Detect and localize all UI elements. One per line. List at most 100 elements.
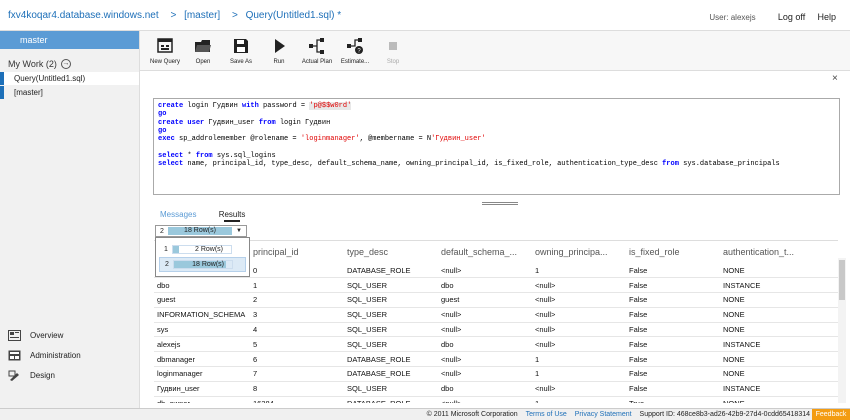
feedback-button[interactable]: Feedback bbox=[812, 409, 850, 420]
tab-results[interactable]: Results bbox=[219, 210, 246, 222]
table-cell[interactable]: NONE bbox=[720, 292, 838, 308]
column-header[interactable]: default_schema_... bbox=[438, 241, 532, 263]
table-cell[interactable]: dbo bbox=[154, 277, 250, 294]
help-link[interactable]: Help bbox=[817, 12, 836, 22]
table-cell[interactable]: SQL_USER bbox=[344, 381, 438, 397]
table-row[interactable]: dbmanager 6 DATABASE_ROLE <null> 1 False NONE bbox=[154, 351, 838, 368]
table-cell[interactable]: <null> bbox=[532, 322, 626, 338]
table-row[interactable]: dbo 1 SQL_USER dbo <null> False INSTANCE bbox=[154, 277, 838, 294]
table-cell[interactable]: DATABASE_ROLE bbox=[344, 263, 438, 279]
table-cell[interactable]: <null> bbox=[438, 307, 532, 323]
table-cell[interactable]: sys bbox=[154, 322, 250, 338]
table-cell[interactable]: INFORMATION_SCHEMA bbox=[154, 307, 250, 323]
table-cell[interactable]: alexejs bbox=[154, 336, 250, 353]
new-query-button[interactable]: New Query bbox=[146, 31, 184, 70]
scrollbar-thumb[interactable] bbox=[839, 260, 845, 300]
stop-button[interactable]: Stop bbox=[374, 31, 412, 70]
privacy-link[interactable]: Privacy Statement bbox=[575, 411, 632, 418]
table-cell[interactable]: dbo bbox=[438, 277, 532, 294]
table-row[interactable]: 0 DATABASE_ROLE <null> 1 False NONE bbox=[154, 263, 838, 279]
table-cell[interactable]: SQL_USER bbox=[344, 336, 438, 353]
dropdown-option-1[interactable]: 1 2 Row(s) bbox=[159, 242, 246, 257]
table-cell[interactable]: False bbox=[626, 381, 720, 397]
table-cell[interactable]: SQL_USER bbox=[344, 292, 438, 308]
table-cell[interactable]: 4 bbox=[250, 322, 344, 338]
table-cell[interactable]: <null> bbox=[438, 263, 532, 279]
my-work-header[interactable]: My Work (2) → bbox=[0, 59, 139, 69]
sidebar-item-administration[interactable]: Administration bbox=[8, 345, 81, 365]
table-cell[interactable]: dbmanager bbox=[154, 351, 250, 368]
table-cell[interactable]: 3 bbox=[250, 307, 344, 323]
table-cell[interactable]: loginmanager bbox=[154, 366, 250, 382]
table-cell[interactable]: 8 bbox=[250, 381, 344, 397]
column-header[interactable]: owning_principa... bbox=[532, 241, 626, 263]
table-cell[interactable]: 1 bbox=[532, 351, 626, 368]
table-cell[interactable]: NONE bbox=[720, 351, 838, 368]
table-cell[interactable]: False bbox=[626, 277, 720, 294]
table-cell[interactable]: SQL_USER bbox=[344, 307, 438, 323]
table-cell[interactable]: guest bbox=[154, 292, 250, 308]
table-cell[interactable]: <null> bbox=[438, 351, 532, 368]
save-as-button[interactable]: Save As bbox=[222, 31, 260, 70]
query-editor[interactable]: create login Гудвин with password = 'p@$… bbox=[153, 98, 840, 195]
column-header[interactable]: is_fixed_role bbox=[626, 241, 720, 263]
table-cell[interactable]: False bbox=[626, 336, 720, 353]
column-header[interactable]: type_desc bbox=[344, 241, 438, 263]
result-set-selector[interactable]: 2 18 Row(s) ▼ bbox=[155, 225, 247, 237]
table-cell[interactable]: SQL_USER bbox=[344, 277, 438, 294]
table-row[interactable]: db_owner16384DATABASE_ROLE<null>1TrueNON… bbox=[154, 396, 838, 403]
table-cell[interactable]: False bbox=[626, 263, 720, 279]
work-item-query[interactable]: Query(Untitled1.sql) bbox=[0, 72, 139, 85]
table-row[interactable]: INFORMATION_SCHEMA 3 SQL_USER <null> <null> F… bbox=[154, 307, 838, 323]
estimated-plan-button[interactable]: ? Estimate... bbox=[336, 31, 374, 70]
table-cell[interactable]: NONE bbox=[720, 307, 838, 323]
table-cell[interactable]: INSTANCE bbox=[720, 381, 838, 397]
sidebar-item-design[interactable]: Design bbox=[8, 365, 81, 385]
breadcrumb-server[interactable]: fxv4koqar4.database.windows.net bbox=[8, 10, 159, 21]
table-row[interactable]: alexejs 5 SQL_USER dbo <null> False INSTANCE bbox=[154, 336, 838, 353]
table-cell[interactable]: NONE bbox=[720, 396, 838, 403]
table-cell[interactable]: db_owner bbox=[154, 396, 250, 403]
table-cell[interactable]: 1 bbox=[532, 366, 626, 382]
close-icon[interactable]: × bbox=[832, 73, 838, 84]
table-cell[interactable]: 7 bbox=[250, 366, 344, 382]
table-cell[interactable]: NONE bbox=[720, 263, 838, 279]
table-cell[interactable]: <null> bbox=[532, 292, 626, 308]
table-cell[interactable]: <null> bbox=[532, 336, 626, 353]
column-header[interactable]: authentication_t... bbox=[720, 241, 838, 263]
table-cell[interactable]: 0 bbox=[250, 263, 344, 279]
column-header[interactable]: principal_id bbox=[250, 241, 344, 263]
table-cell[interactable]: True bbox=[626, 396, 720, 403]
tab-messages[interactable]: Messages bbox=[160, 210, 196, 219]
table-row[interactable]: Гудвин_user 8 SQL_USER dbo <null> False INSTAN… bbox=[154, 381, 838, 397]
table-cell[interactable]: <null> bbox=[532, 381, 626, 397]
table-cell[interactable]: 1 bbox=[250, 277, 344, 294]
table-cell[interactable]: <null> bbox=[438, 396, 532, 403]
table-cell[interactable]: 5 bbox=[250, 336, 344, 353]
work-item-master[interactable]: [master] bbox=[0, 86, 139, 99]
table-cell[interactable]: INSTANCE bbox=[720, 336, 838, 353]
table-cell[interactable]: DATABASE_ROLE bbox=[344, 366, 438, 382]
run-button[interactable]: Run bbox=[260, 31, 298, 70]
table-cell[interactable]: <null> bbox=[438, 322, 532, 338]
sidebar-item-overview[interactable]: Overview bbox=[8, 325, 81, 345]
table-cell[interactable]: 2 bbox=[250, 292, 344, 308]
arrow-right-icon[interactable]: → bbox=[60, 59, 71, 69]
table-cell[interactable]: dbo bbox=[438, 381, 532, 397]
dropdown-option-2[interactable]: 2 18 Row(s) bbox=[159, 257, 246, 272]
logoff-link[interactable]: Log off bbox=[778, 12, 805, 22]
table-cell[interactable]: guest bbox=[438, 292, 532, 308]
table-cell[interactable]: NONE bbox=[720, 322, 838, 338]
terms-link[interactable]: Terms of Use bbox=[526, 411, 567, 418]
open-button[interactable]: Open bbox=[184, 31, 222, 70]
table-row[interactable]: loginmanager 7 DATABASE_ROLE <null> 1 False NO… bbox=[154, 366, 838, 382]
table-cell[interactable]: NONE bbox=[720, 366, 838, 382]
pane-splitter[interactable] bbox=[482, 202, 518, 205]
table-cell[interactable]: <null> bbox=[438, 366, 532, 382]
table-cell[interactable]: 1 bbox=[532, 396, 626, 403]
table-cell[interactable]: False bbox=[626, 307, 720, 323]
table-cell[interactable]: <null> bbox=[532, 307, 626, 323]
table-cell[interactable]: DATABASE_ROLE bbox=[344, 351, 438, 368]
table-cell[interactable]: Гудвин_user bbox=[154, 381, 250, 397]
table-cell[interactable]: INSTANCE bbox=[720, 277, 838, 294]
